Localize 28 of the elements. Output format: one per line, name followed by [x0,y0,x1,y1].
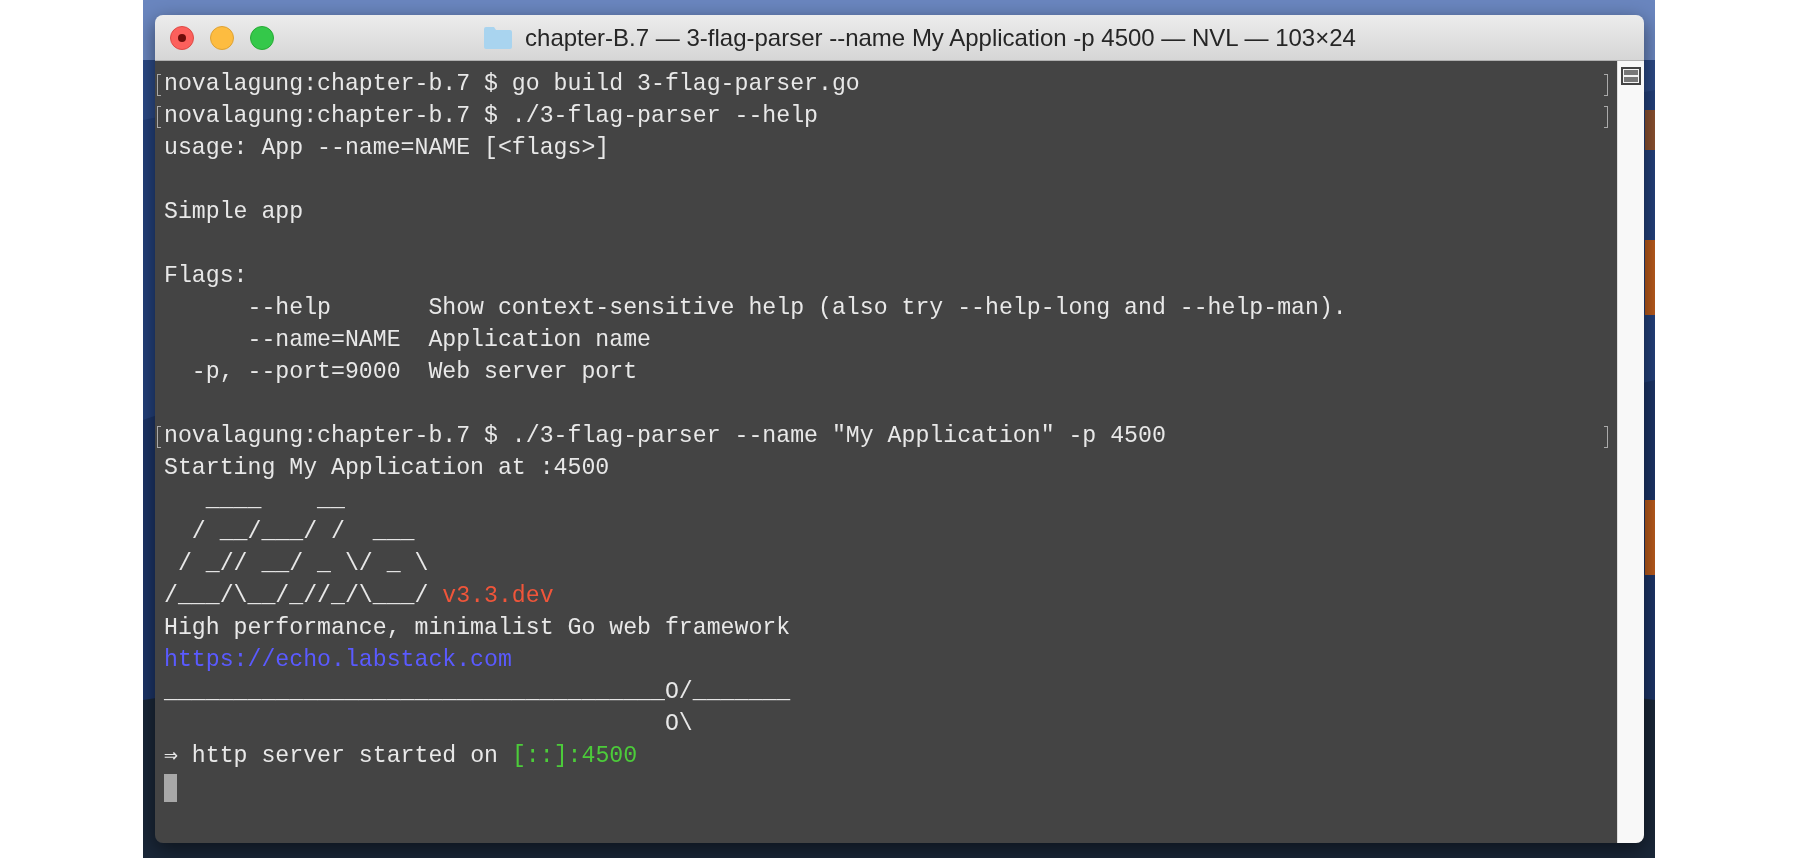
output-line: Flags: [164,262,248,290]
prompt-line: novalagung:chapter-b.7 $ go build 3-flag-parser.go [164,70,860,98]
minimize-button[interactable] [210,25,234,50]
scrollbar[interactable] [1617,61,1644,843]
output-line: -p, --port=9000 Web server port [190,358,638,386]
close-button[interactable] [170,25,194,50]
output-line: --help Show context-sensitive help (also try --help-long and --help-man). [246,294,1347,322]
highlight-text: [::]:4500 [511,742,638,770]
highlight-text: v3.3.dev [442,582,554,610]
prompt-line: novalagung:chapter-b.7 $ ./3-flag-parser --help [164,102,818,130]
output-line: / _// __/ _ \/ _ \ [176,550,429,578]
output-line: ____________________________________O/_______ [164,678,791,706]
zoom-button[interactable] [250,25,274,50]
window-title: chapter-B.7 — 3-flag-parser --name My Application -p 4500 — NVL — 103×24 [525,23,1356,52]
output-line: usage: App --name=NAME [<flags>] [164,134,610,162]
output-line: --name=NAME Application name [246,326,652,354]
highlight-text: https://echo.labstack.com [164,646,512,674]
folder-icon [483,25,514,50]
prompt-line: novalagung:chapter-b.7 $ ./3-flag-parser --name "My Application" -p 4500 [164,422,1166,450]
output-text: ⇒ http server started on [164,742,499,770]
output-line: High performance, minimalist Go web framework [164,614,791,642]
output-line: / __/___/ / ___ [190,518,415,546]
split-pane-icon[interactable] [1621,67,1641,85]
output-line: ____ __ [204,486,345,514]
output-line: O\ [663,710,693,738]
output-line: Starting My Application at :4500 [164,454,610,482]
output-line: Simple app [164,198,304,226]
output-text: /___/\__/_//_/\___/ [164,582,430,610]
